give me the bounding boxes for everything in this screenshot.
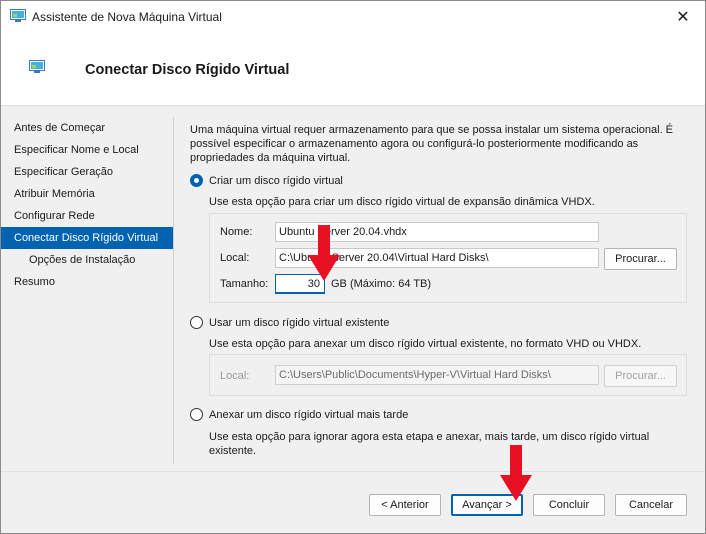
radio-existing-vhd-row[interactable]: Usar um disco rígido virtual existente [190, 316, 389, 329]
size-unit-label: GB (Máximo: 64 TB) [331, 278, 432, 290]
location-label: Local: [220, 252, 250, 264]
existing-vhd-description: Use esta opção para anexar um disco rígi… [209, 338, 642, 350]
existing-location-label: Local: [220, 370, 250, 382]
back-button[interactable]: < Anterior [369, 494, 441, 516]
nav-item-before-you-begin[interactable]: Antes de Começar [1, 117, 173, 139]
nav-divider [173, 117, 174, 464]
browse-button[interactable]: Procurar... [604, 248, 677, 270]
radio-create-vhd-label: Criar um disco rígido virtual [209, 174, 343, 187]
page-header: Conectar Disco Rígido Virtual [1, 32, 705, 106]
close-icon: ✕ [676, 8, 690, 26]
radio-attach-later-label: Anexar um disco rígido virtual mais tard… [209, 408, 409, 421]
wizard-steps-nav: Antes de Começar Especificar Nome e Loca… [1, 117, 173, 293]
hyper-v-vm-icon [10, 9, 26, 22]
attach-later-description: Use esta opção para ignorar agora esta e… [209, 431, 650, 457]
create-vhd-description: Use esta opção para criar um disco rígid… [209, 196, 595, 208]
cancel-button[interactable]: Cancelar [615, 494, 687, 516]
wizard-window: Assistente de Nova Máquina Virtual ✕ Con… [0, 0, 706, 534]
nav-item-memory[interactable]: Atribuir Memória [1, 183, 173, 205]
existing-browse-button[interactable]: Procurar... [604, 365, 677, 387]
radio-attach-later-row[interactable]: Anexar um disco rígido virtual mais tard… [190, 408, 408, 421]
radio-create-vhd-row[interactable]: Criar um disco rígido virtual [190, 174, 343, 187]
finish-button[interactable]: Concluir [533, 494, 605, 516]
nav-item-summary[interactable]: Resumo [1, 271, 173, 293]
radio-create-vhd[interactable] [190, 174, 203, 187]
nav-item-installation-options[interactable]: Opções de Instalação [1, 249, 173, 271]
nav-item-network[interactable]: Configurar Rede [1, 205, 173, 227]
radio-attach-later[interactable] [190, 408, 203, 421]
size-label: Tamanho: [220, 278, 269, 290]
nav-item-generation[interactable]: Especificar Geração [1, 161, 173, 183]
radio-existing-vhd[interactable] [190, 316, 203, 329]
hyper-v-vm-icon [29, 60, 45, 73]
intro-text: Uma máquina virtual requer armazenamento… [190, 124, 674, 164]
radio-existing-vhd-label: Usar um disco rígido virtual existente [209, 316, 390, 329]
red-down-arrow-icon [500, 445, 532, 501]
red-down-arrow-icon [308, 225, 340, 281]
footer-divider [1, 471, 705, 472]
nav-item-connect-vhd[interactable]: Conectar Disco Rígido Virtual [1, 227, 173, 249]
window-title: Assistente de Nova Máquina Virtual [32, 10, 222, 24]
existing-location-field[interactable]: C:\Users\Public\Documents\Hyper-V\Virtua… [275, 365, 599, 385]
name-label: Nome: [220, 226, 253, 238]
page-title: Conectar Disco Rígido Virtual [85, 62, 290, 78]
title-bar: Assistente de Nova Máquina Virtual ✕ [1, 1, 705, 32]
close-button[interactable]: ✕ [661, 1, 705, 32]
nav-item-name-location[interactable]: Especificar Nome e Local [1, 139, 173, 161]
